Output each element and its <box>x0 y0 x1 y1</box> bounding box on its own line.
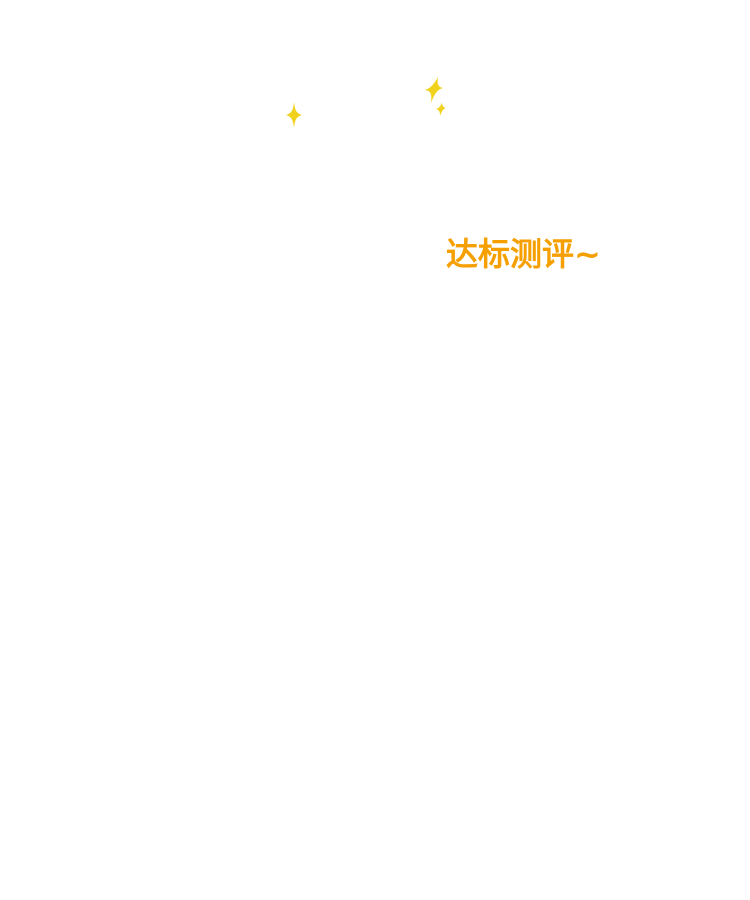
assessment-caption: 达标测评~ <box>446 235 601 273</box>
sparkle-icon <box>286 102 302 128</box>
sparkle-icon <box>425 77 443 103</box>
small-sparkle-icon <box>436 102 446 116</box>
